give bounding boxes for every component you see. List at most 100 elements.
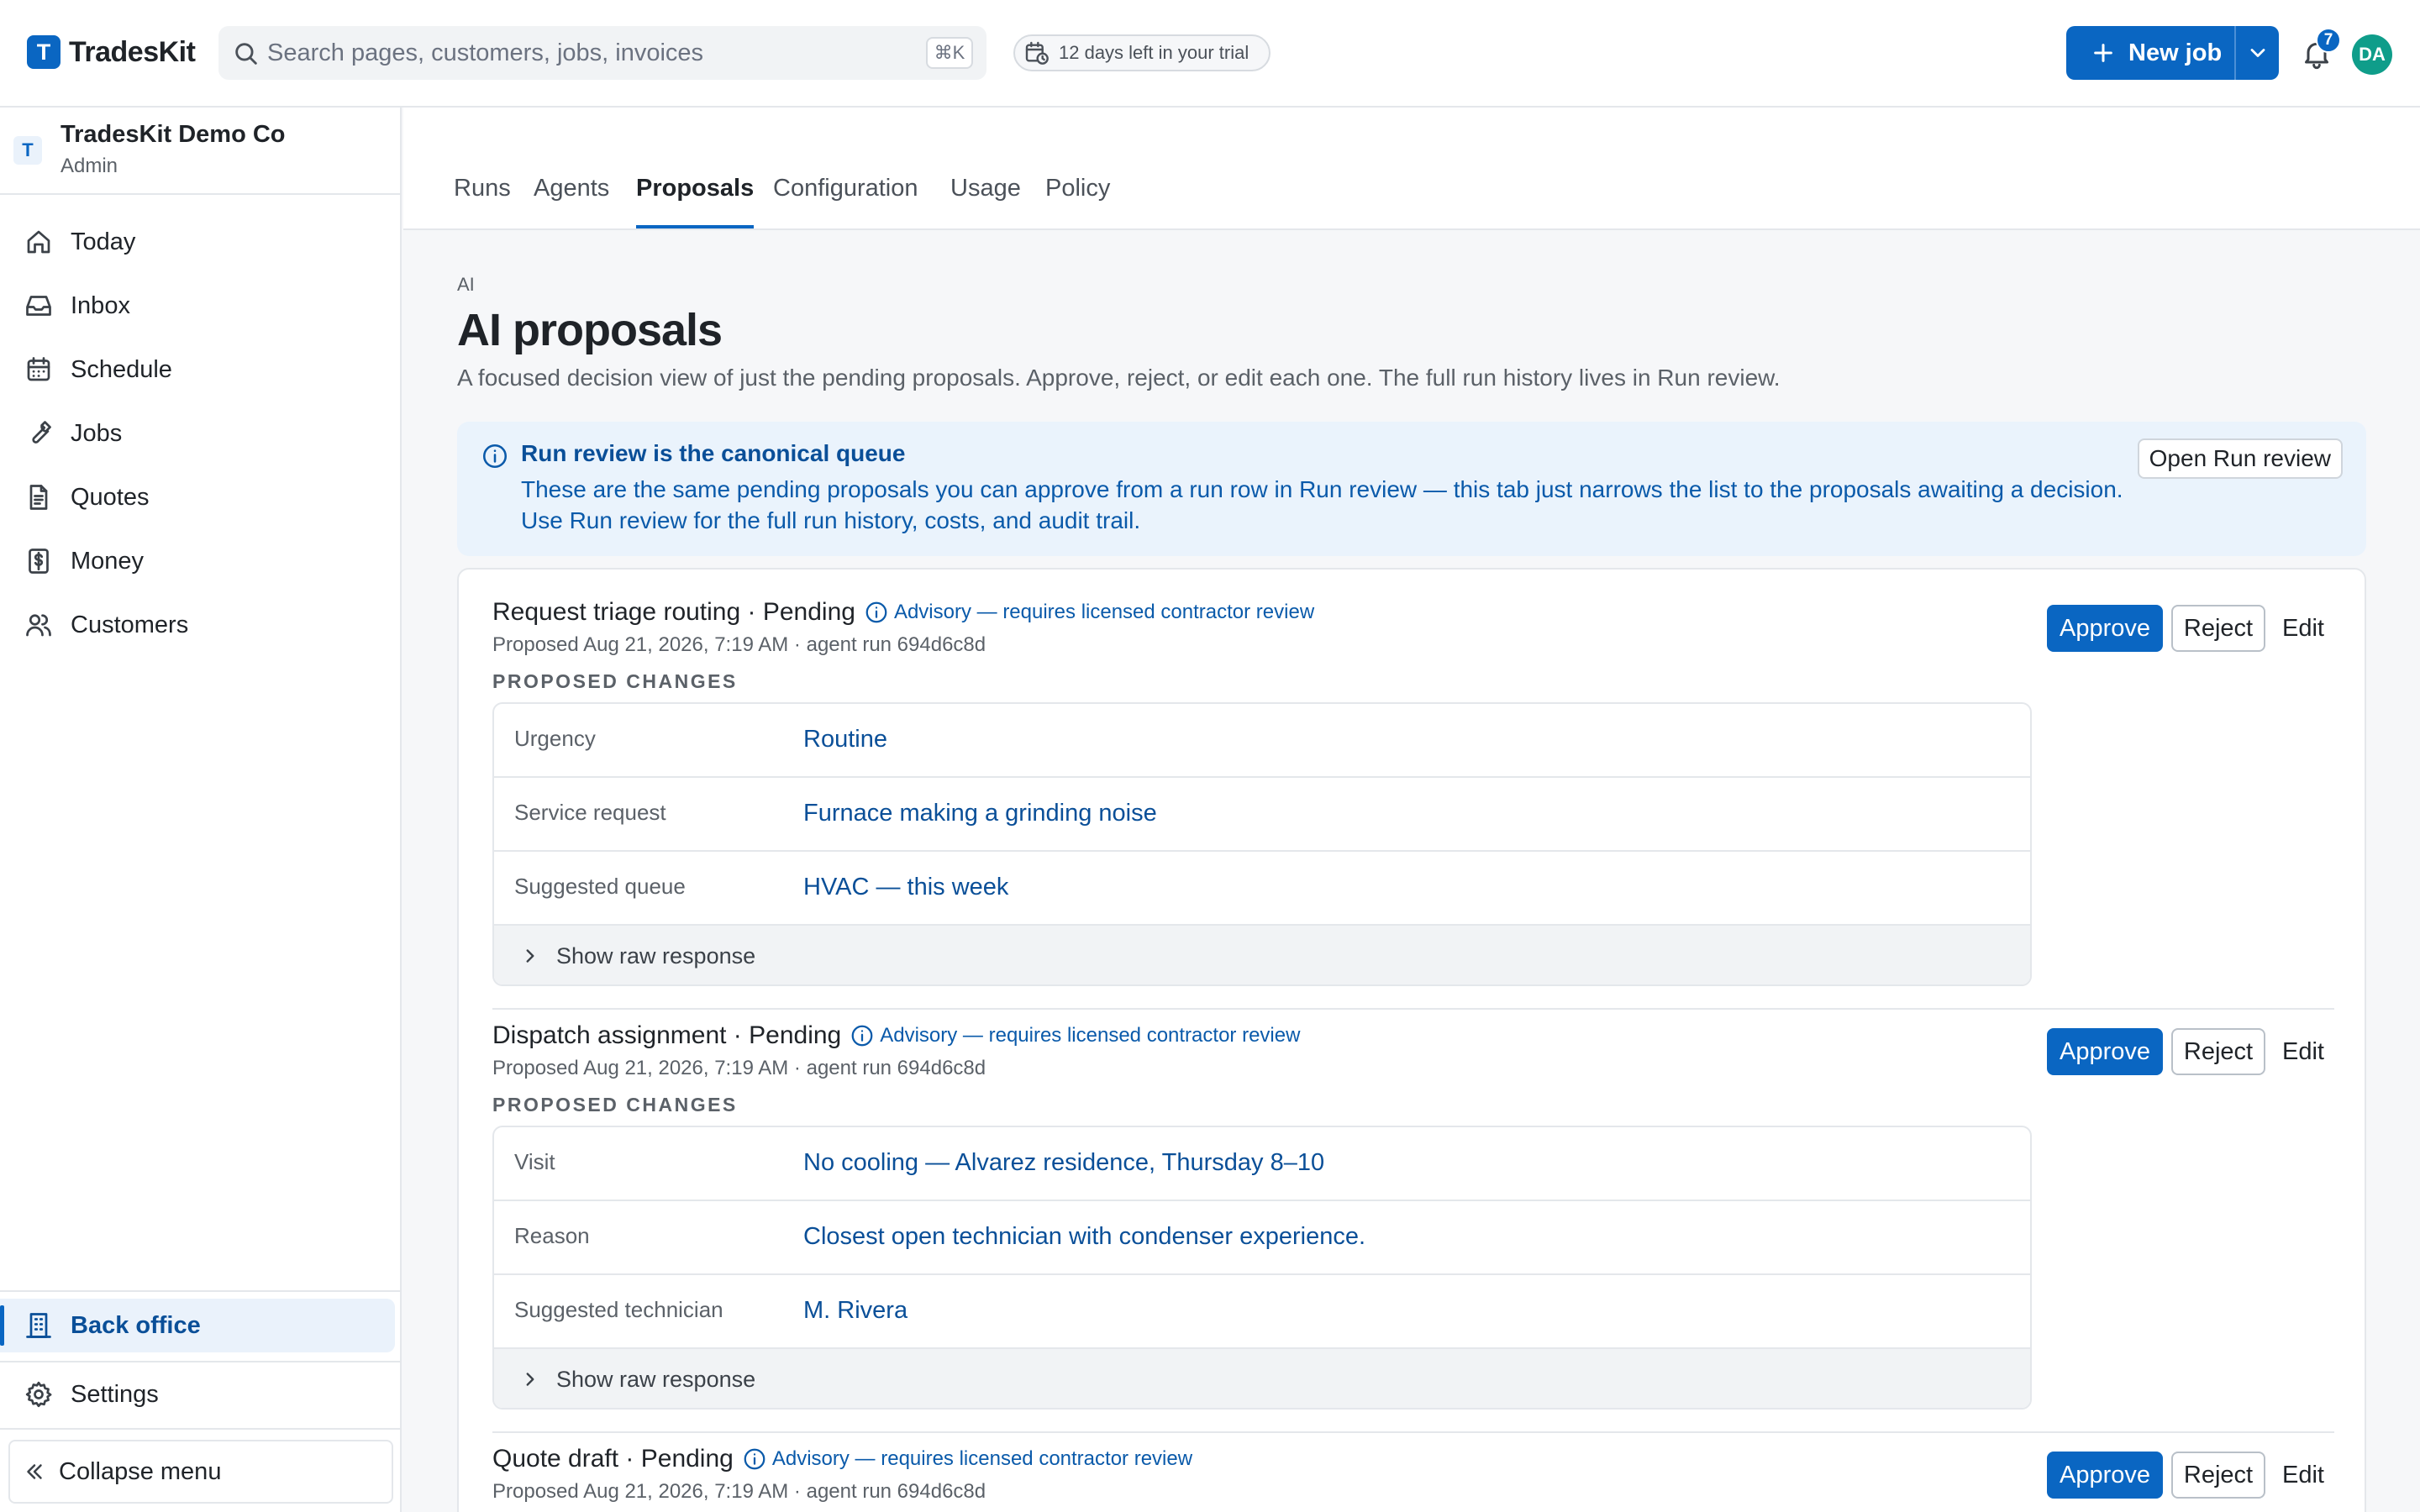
open-run-review-button[interactable]: Open Run review xyxy=(2137,438,2343,479)
reject-button[interactable]: Reject xyxy=(2171,1452,2265,1499)
info-icon xyxy=(865,601,887,623)
sidebar-item-label: Today xyxy=(71,228,136,255)
tab-policy[interactable]: Policy xyxy=(1045,175,1110,228)
top-bar: T TradesKit ⌘K 12 days left in your tria… xyxy=(0,0,2420,108)
sidebar-divider xyxy=(0,1361,400,1362)
logo-mark: T xyxy=(27,35,60,69)
sidebar-item-money[interactable]: Money xyxy=(0,529,400,593)
calendar-icon xyxy=(27,357,50,381)
change-value: M. Rivera xyxy=(803,1297,908,1324)
sidebar-item-label: Money xyxy=(71,547,145,575)
info-icon xyxy=(482,444,508,469)
show-raw-response-toggle[interactable]: Show raw response xyxy=(494,1349,2030,1408)
calendar-clock-icon xyxy=(1025,41,1049,65)
chevrons-left-icon xyxy=(27,1464,42,1479)
sidebar-item-back-office[interactable]: Back office xyxy=(0,1299,395,1352)
sidebar-nav: Today Inbox Schedule Jobs Quotes Money C… xyxy=(0,210,400,657)
org-switcher[interactable]: T TradesKit Demo Co Admin xyxy=(0,108,400,195)
wrench-icon xyxy=(32,421,51,444)
sidebar-item-schedule[interactable]: Schedule xyxy=(0,338,400,402)
change-row: Suggested queue HVAC — this week xyxy=(494,852,2030,926)
change-value: Routine xyxy=(803,726,887,753)
collapse-menu-label: Collapse menu xyxy=(59,1457,222,1485)
edit-button[interactable]: Edit xyxy=(2274,1028,2333,1075)
app-name: TradesKit xyxy=(69,35,196,68)
app-logo[interactable]: T TradesKit xyxy=(27,35,196,69)
change-value: Closest open technician with condenser e… xyxy=(803,1223,1366,1250)
new-job-dropdown-button[interactable] xyxy=(2234,26,2279,80)
change-value: No cooling — Alvarez residence, Thursday… xyxy=(803,1149,1325,1176)
trial-text: 12 days left in your trial xyxy=(1059,42,1249,63)
sidebar-divider xyxy=(0,1428,400,1430)
change-field: Suggested queue xyxy=(514,874,686,899)
sidebar-item-label: Schedule xyxy=(71,355,172,383)
sidebar-item-label: Inbox xyxy=(71,291,130,319)
new-job-button[interactable]: New job xyxy=(2066,26,2234,80)
sidebar-divider xyxy=(0,1290,400,1292)
users-icon xyxy=(26,614,51,637)
change-value: HVAC — this week xyxy=(803,874,1009,900)
proposal-actions: Approve Reject Edit xyxy=(2047,605,2333,652)
edit-button[interactable]: Edit xyxy=(2274,605,2333,652)
advisory-note: Advisory — requires licensed contractor … xyxy=(742,1446,1192,1472)
global-search[interactable]: ⌘K xyxy=(218,26,986,80)
proposed-changes-table: Urgency Routine Service request Furnace … xyxy=(492,702,2032,986)
proposal-meta: Proposed Aug 21, 2026, 7:19 AM · agent r… xyxy=(492,1480,986,1503)
chevron-right-icon xyxy=(526,949,534,963)
sidebar-item-jobs[interactable]: Jobs xyxy=(0,402,400,465)
new-job-button-group: New job xyxy=(2066,26,2279,80)
org-name: TradesKit Demo Co xyxy=(60,121,286,148)
change-row: Suggested technician M. Rivera xyxy=(494,1275,2030,1349)
page-eyebrow: AI xyxy=(457,274,475,295)
reject-button[interactable]: Reject xyxy=(2171,605,2265,652)
user-avatar[interactable]: DA xyxy=(2352,34,2392,75)
inbox-icon xyxy=(26,296,51,316)
proposal-title: Quote draft · Pending xyxy=(492,1445,734,1473)
advisory-note: Advisory — requires licensed contractor … xyxy=(864,600,1314,625)
proposals-list: Request triage routing · Pending Advisor… xyxy=(457,568,2366,1512)
sidebar-item-quotes[interactable]: Quotes xyxy=(0,465,400,529)
sidebar-item-customers[interactable]: Customers xyxy=(0,593,400,657)
search-icon xyxy=(235,43,257,65)
tab-runs[interactable]: Runs xyxy=(454,175,511,228)
search-shortcut-hint: ⌘K xyxy=(926,37,973,69)
tab-agents[interactable]: Agents xyxy=(534,175,609,228)
advisory-note: Advisory — requires licensed contractor … xyxy=(850,1023,1300,1048)
proposed-changes-heading: PROPOSED CHANGES xyxy=(492,1094,738,1116)
sidebar-item-settings[interactable]: Settings xyxy=(0,1364,400,1425)
change-value: Furnace making a grinding noise xyxy=(803,800,1157,827)
show-raw-response-toggle[interactable]: Show raw response xyxy=(494,926,2030,984)
org-role: Admin xyxy=(60,155,118,177)
proposal-meta: Proposed Aug 21, 2026, 7:19 AM · agent r… xyxy=(492,1057,986,1079)
dollar-icon xyxy=(29,549,49,574)
reject-button[interactable]: Reject xyxy=(2171,1028,2265,1075)
proposal-meta: Proposed Aug 21, 2026, 7:19 AM · agent r… xyxy=(492,633,986,656)
edit-button[interactable]: Edit xyxy=(2274,1452,2333,1499)
tab-usage[interactable]: Usage xyxy=(950,175,1021,228)
trial-badge[interactable]: 12 days left in your trial xyxy=(1013,34,1270,71)
sidebar-item-inbox[interactable]: Inbox xyxy=(0,274,400,338)
collapse-menu-button[interactable]: Collapse menu xyxy=(8,1440,393,1504)
approve-button[interactable]: Approve xyxy=(2047,1028,2163,1075)
approve-button[interactable]: Approve xyxy=(2047,1452,2163,1499)
tab-proposals[interactable]: Proposals xyxy=(636,175,755,228)
chevron-right-icon xyxy=(526,1373,534,1386)
proposal-actions: Approve Reject Edit xyxy=(2047,1452,2333,1499)
show-raw-response-label: Show raw response xyxy=(556,1366,756,1392)
proposal-title-row: Dispatch assignment · Pending Advisory —… xyxy=(492,1021,1300,1050)
change-row: Visit No cooling — Alvarez residence, Th… xyxy=(494,1127,2030,1201)
approve-button[interactable]: Approve xyxy=(2047,605,2163,652)
sidebar-item-label: Jobs xyxy=(71,419,123,447)
page-subtitle: A focused decision view of just the pend… xyxy=(457,365,1781,391)
proposal-divider xyxy=(492,1008,2334,1010)
search-input[interactable] xyxy=(267,36,704,70)
sidebar-item-label: Customers xyxy=(71,611,189,638)
change-field: Visit xyxy=(514,1149,555,1174)
change-row: Service request Furnace making a grindin… xyxy=(494,778,2030,852)
advisory-text: Advisory — requires licensed contractor … xyxy=(771,1447,1193,1470)
change-row: Reason Closest open technician with cond… xyxy=(494,1201,2030,1275)
proposal-title: Dispatch assignment · Pending xyxy=(492,1021,842,1049)
sidebar-item-today[interactable]: Today xyxy=(0,210,400,274)
sidebar-item-label: Settings xyxy=(71,1380,159,1408)
tab-configuration[interactable]: Configuration xyxy=(773,175,918,228)
